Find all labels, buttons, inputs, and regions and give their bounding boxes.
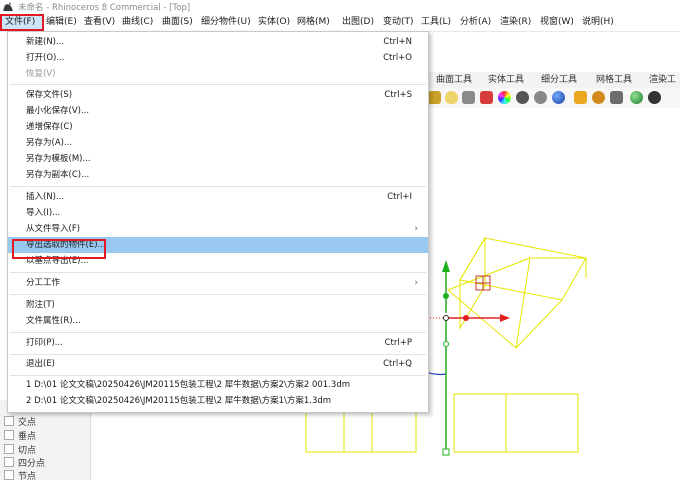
submenu-arrow-icon: ›: [414, 224, 418, 234]
menu-item-properties[interactable]: 文件属性(R)...: [8, 313, 428, 329]
menu-item-save[interactable]: 保存文件(S) Ctrl+S: [8, 87, 428, 103]
menu-item-save-small[interactable]: 最小化保存(V)...: [8, 103, 428, 119]
lock-icon[interactable]: [428, 91, 441, 104]
tab-surface-tools[interactable]: 曲面工具: [436, 72, 472, 88]
menu-item-recent-file[interactable]: 1 D:\01 论文文稿\20250426\JM20115包装工程\2 犀牛数据…: [8, 377, 428, 393]
y-axis-arrow-icon[interactable]: [442, 260, 450, 272]
menu-tools[interactable]: 工具(L): [421, 14, 451, 31]
menu-separator: [10, 332, 426, 333]
menu-item-save-as-template[interactable]: 另存为模板(M)...: [8, 151, 428, 167]
menu-separator: [10, 354, 426, 355]
osnap-intersection[interactable]: 交点: [4, 416, 36, 429]
window-title: 未命名 - Rhinoceros 8 Commercial - [Top]: [18, 3, 191, 13]
environment-icon[interactable]: [534, 91, 547, 104]
menu-item-exit[interactable]: 退出(E) Ctrl+Q: [8, 356, 428, 372]
tab-mesh-tools[interactable]: 网格工具: [596, 72, 632, 88]
render-toolbar: [428, 88, 680, 109]
menu-subd[interactable]: 细分物件(U): [201, 14, 251, 31]
toolbar-tab-bar: 曲面工具 实体工具 细分工具 网格工具 渲染工: [428, 72, 680, 88]
submenu-arrow-icon: ›: [414, 278, 418, 288]
tab-subd-tools[interactable]: 细分工具: [541, 72, 577, 88]
osnap-knot[interactable]: 节点: [4, 470, 36, 483]
menu-file[interactable]: 文件(F): [0, 14, 44, 31]
menu-item-new[interactable]: 新建(N)... Ctrl+N: [8, 34, 428, 50]
checkbox[interactable]: [4, 444, 14, 454]
checkbox[interactable]: [4, 470, 14, 480]
menu-item-import[interactable]: 导入(I)...: [8, 205, 428, 221]
file-menu-dropdown: 新建(N)... Ctrl+N 打开(O)... Ctrl+O 恢复(V) 保存文件…: [7, 31, 429, 413]
selected-geometry[interactable]: [447, 236, 587, 349]
menu-help[interactable]: 说明(H): [582, 14, 614, 31]
menu-item-notes[interactable]: 附注(T): [8, 297, 428, 313]
y-drag-handle[interactable]: [443, 293, 449, 299]
menu-item-insert[interactable]: 插入(N)... Ctrl+I: [8, 189, 428, 205]
menu-curve[interactable]: 曲线(C): [122, 14, 153, 31]
menu-item-incremental-save[interactable]: 递增保存(C): [8, 119, 428, 135]
annotation-red-box: [12, 239, 106, 259]
render-globe-icon[interactable]: [630, 91, 643, 104]
rhino-app-icon[interactable]: [2, 1, 14, 13]
menu-separator: [10, 272, 426, 273]
x-drag-handle[interactable]: [463, 315, 469, 321]
decal-icon[interactable]: [574, 91, 587, 104]
menu-render[interactable]: 渲染(R): [500, 14, 531, 31]
settings-gear-icon[interactable]: [592, 91, 605, 104]
material-icon[interactable]: [480, 91, 493, 104]
menu-viewport[interactable]: 视窗(W): [540, 14, 574, 31]
menu-mesh[interactable]: 网格(M): [297, 14, 330, 31]
ctrl-point[interactable]: [442, 448, 450, 456]
osnap-perpendicular[interactable]: 垂点: [4, 430, 36, 443]
menu-edit[interactable]: 编辑(E): [46, 14, 77, 31]
checkbox[interactable]: [4, 416, 14, 426]
menu-transform[interactable]: 变动(T): [383, 14, 414, 31]
menu-item-save-as[interactable]: 另存为(A)...: [8, 135, 428, 151]
menu-separator: [10, 375, 426, 376]
menu-solid[interactable]: 实体(O): [258, 14, 290, 31]
menu-item-save-as-copy[interactable]: 另存为副本(C)...: [8, 167, 428, 183]
checkbox[interactable]: [4, 430, 14, 440]
menu-item-import-from-file[interactable]: 从文件导入(F) ›: [8, 221, 428, 237]
menu-view[interactable]: 查看(V): [84, 14, 115, 31]
tab-render-tools[interactable]: 渲染工: [649, 72, 676, 88]
menu-separator: [10, 84, 426, 85]
color-wheel-icon[interactable]: [498, 91, 511, 104]
menu-item-revert: 恢复(V): [26, 69, 56, 79]
ctrl-point[interactable]: [443, 341, 449, 347]
osnap-quadrant[interactable]: 四分点: [4, 457, 45, 470]
menu-item-worksession[interactable]: 分工工作 ›: [8, 275, 428, 291]
x-axis-arrow-icon[interactable]: [500, 314, 510, 322]
menu-item-open[interactable]: 打开(O)... Ctrl+O: [8, 50, 428, 66]
sphere-render-icon[interactable]: [516, 91, 529, 104]
tab-solid-tools[interactable]: 实体工具: [488, 72, 524, 88]
globe-icon[interactable]: [552, 91, 565, 104]
light-bulb-icon[interactable]: [445, 91, 458, 104]
menu-surface[interactable]: 曲面(S): [162, 14, 193, 31]
checkbox[interactable]: [4, 457, 14, 467]
menu-drafting[interactable]: 出图(D): [342, 14, 374, 31]
menu-separator: [10, 186, 426, 187]
osnap-tangent[interactable]: 切点: [4, 444, 36, 457]
title-bar: 未命名 - Rhinoceros 8 Commercial - [Top]: [0, 0, 680, 14]
texture-icon[interactable]: [610, 91, 623, 104]
menu-item-print[interactable]: 打印(P)... Ctrl+P: [8, 335, 428, 351]
spotlight-icon[interactable]: [462, 91, 475, 104]
menu-separator: [10, 294, 426, 295]
menu-bar: 文件(F) 编辑(E) 查看(V) 曲线(C) 曲面(S) 细分物件(U) 实体…: [0, 14, 680, 32]
menu-item-recent-file[interactable]: 2 D:\01 论文文稿\20250426\JM20115包装工程\2 犀牛数据…: [8, 393, 428, 409]
gumball-origin[interactable]: [443, 315, 449, 321]
ground-plane-icon[interactable]: [648, 91, 661, 104]
menu-analyze[interactable]: 分析(A): [460, 14, 491, 31]
